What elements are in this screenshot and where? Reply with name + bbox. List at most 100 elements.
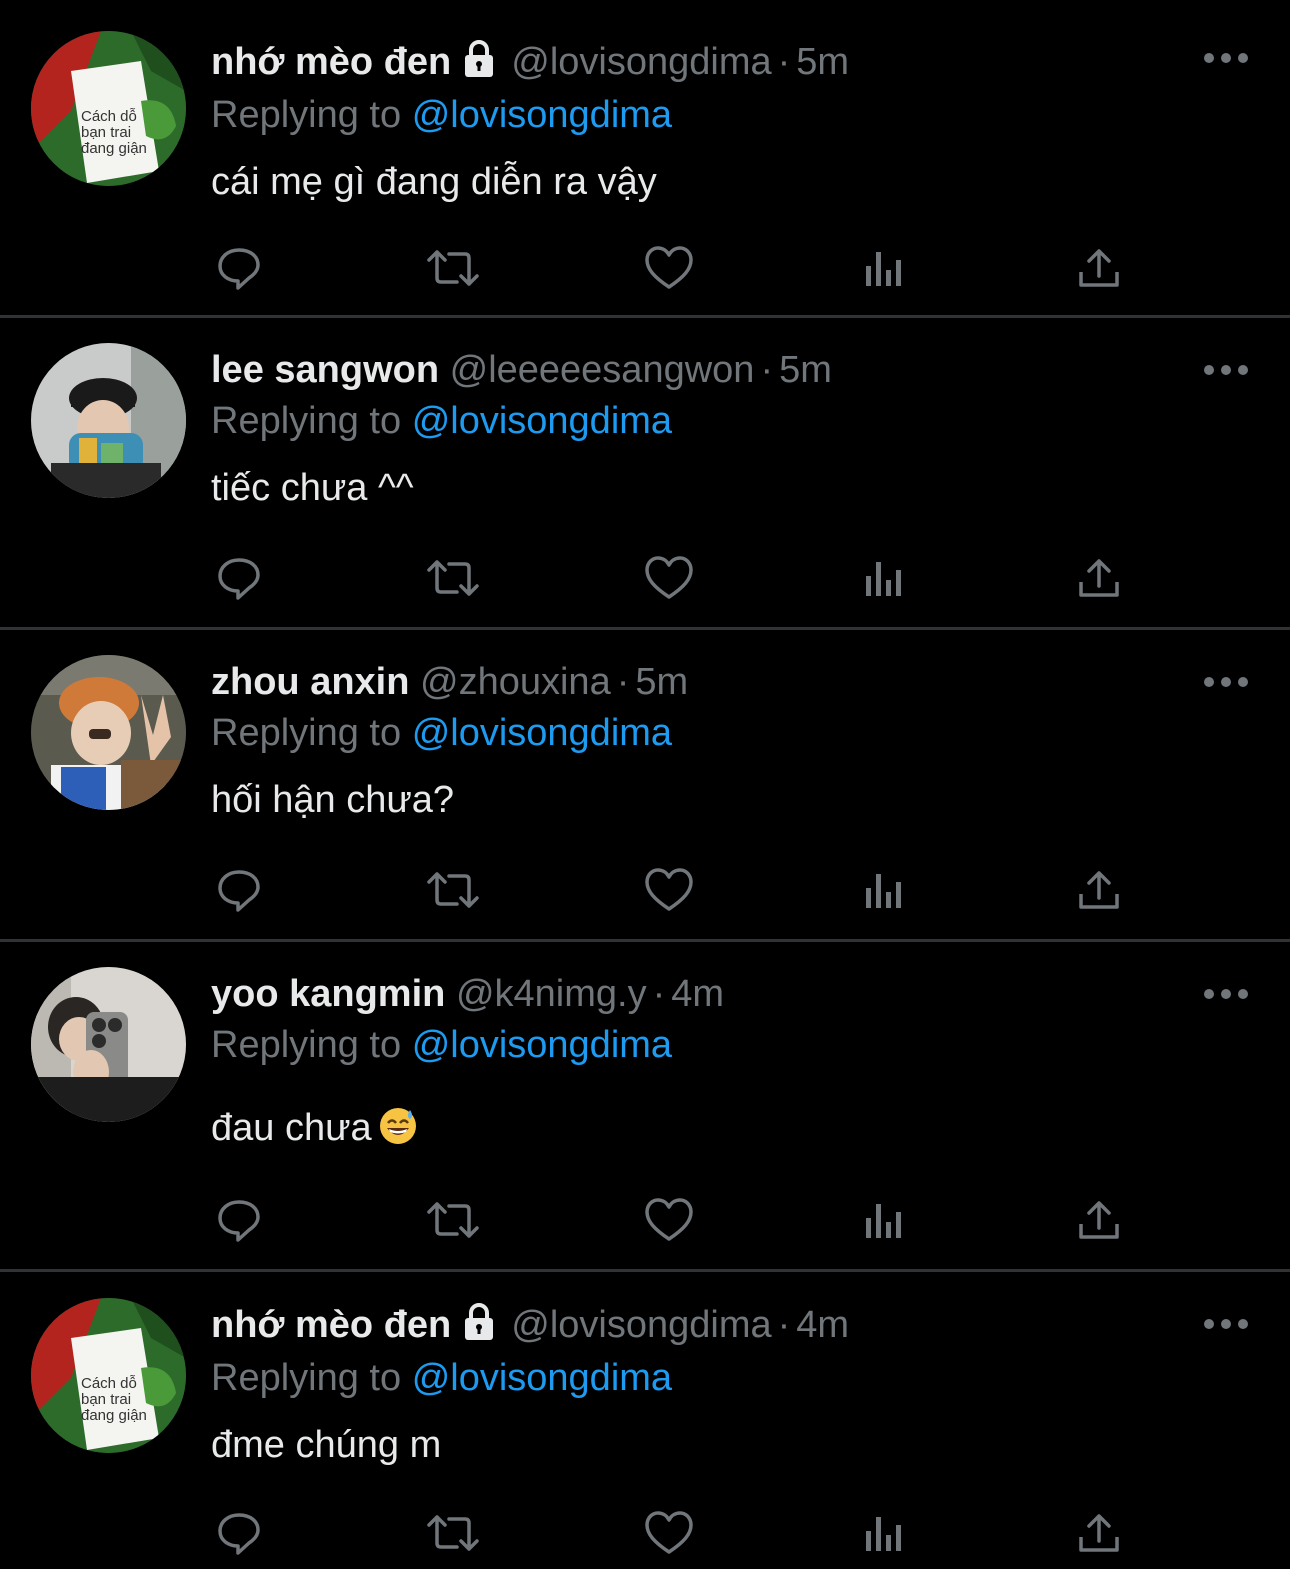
- views-icon: [866, 252, 901, 286]
- handle[interactable]: @k4nimg.y: [456, 973, 647, 1015]
- replying-prefix: Replying to: [211, 1357, 402, 1399]
- handle[interactable]: @zhouxina: [420, 661, 611, 703]
- avatar-book-text-2: bạn trai: [81, 124, 131, 141]
- tweet-text: tiếc chưa ^^: [211, 467, 414, 509]
- reply-button[interactable]: [211, 553, 267, 603]
- timestamp[interactable]: 4m: [796, 1304, 849, 1346]
- reply-icon: [218, 248, 260, 290]
- tweet-header: zhou anxin @zhouxina · 5m: [211, 657, 1230, 707]
- retweet-button[interactable]: [425, 1195, 481, 1245]
- like-button[interactable]: [641, 1508, 697, 1558]
- replying-to-link[interactable]: @lovisongdima: [412, 1024, 672, 1066]
- replying-to-link[interactable]: @lovisongdima: [412, 1357, 672, 1399]
- avatar[interactable]: [31, 343, 186, 498]
- share-icon: [1079, 1201, 1119, 1239]
- retweet-button[interactable]: [425, 865, 481, 915]
- tweet[interactable]: Cách dỗ bạn trai đang giận nhớ mèo đen @l…: [0, 0, 1290, 318]
- replying-to-link[interactable]: @lovisongdima: [412, 400, 672, 442]
- avatar[interactable]: [31, 967, 186, 1122]
- display-name[interactable]: lee sangwon: [211, 349, 439, 391]
- replying-to: Replying to @lovisongdima: [211, 1354, 1230, 1402]
- tweet[interactable]: Cách dỗ bạn trai đang giận nhớ mèo đen @l…: [0, 1272, 1290, 1569]
- tweet-text: hối hận chưa?: [211, 779, 455, 821]
- like-icon: [645, 868, 693, 911]
- tweet-actions: [211, 553, 1131, 603]
- replying-to-link[interactable]: @lovisongdima: [412, 94, 672, 136]
- handle[interactable]: @lovisongdima: [511, 41, 771, 83]
- share-icon: [1079, 871, 1119, 909]
- timestamp[interactable]: 5m: [796, 41, 849, 83]
- reply-feed: Cách dỗ bạn trai đang giận nhớ mèo đen @l…: [0, 0, 1290, 1569]
- more-options-icon[interactable]: [1202, 987, 1250, 1001]
- views-button[interactable]: [856, 1508, 912, 1558]
- tweet-text-line: đau chưa: [211, 1103, 1230, 1159]
- replying-to: Replying to @lovisongdima: [211, 91, 1230, 139]
- display-name[interactable]: yoo kangmin: [211, 973, 445, 1015]
- reply-icon: [218, 558, 260, 600]
- handle[interactable]: @leeeeesangwon: [450, 349, 755, 391]
- retweet-icon: [427, 1515, 479, 1551]
- avatar-book-text-2: bạn trai: [81, 1391, 131, 1408]
- share-icon: [1079, 249, 1119, 287]
- more-options-icon[interactable]: [1202, 675, 1250, 689]
- share-button[interactable]: [1071, 1195, 1127, 1245]
- retweet-icon: [427, 872, 479, 908]
- share-button[interactable]: [1071, 865, 1127, 915]
- retweet-icon: [427, 560, 479, 596]
- separator: ·: [777, 1304, 791, 1346]
- retweet-button[interactable]: [425, 553, 481, 603]
- tweet-header: yoo kangmin @k4nimg.y · 4m: [211, 969, 1230, 1019]
- avatar[interactable]: Cách dỗ bạn trai đang giận: [31, 31, 186, 186]
- display-name[interactable]: nhớ mèo đen: [211, 1304, 451, 1346]
- display-name[interactable]: zhou anxin: [211, 661, 409, 703]
- like-button[interactable]: [641, 243, 697, 293]
- views-button[interactable]: [856, 243, 912, 293]
- views-button[interactable]: [856, 865, 912, 915]
- reply-button[interactable]: [211, 865, 267, 915]
- more-options-icon[interactable]: [1202, 363, 1250, 377]
- avatar[interactable]: Cách dỗ bạn trai đang giận: [31, 1298, 186, 1453]
- retweet-icon: [427, 1202, 479, 1238]
- replying-prefix: Replying to: [211, 94, 402, 136]
- reply-icon: [218, 1200, 260, 1242]
- separator: ·: [652, 973, 666, 1015]
- like-button[interactable]: [641, 553, 697, 603]
- display-name[interactable]: nhớ mèo đen: [211, 41, 451, 83]
- views-button[interactable]: [856, 1195, 912, 1245]
- retweet-button[interactable]: [425, 1508, 481, 1558]
- views-button[interactable]: [856, 553, 912, 603]
- avatar-book-text-1: Cách dỗ: [81, 108, 137, 125]
- reply-icon: [218, 870, 260, 912]
- timestamp[interactable]: 4m: [671, 973, 724, 1015]
- handle[interactable]: @lovisongdima: [511, 1304, 771, 1346]
- grinning-sweat-emoji-icon: [378, 1106, 418, 1159]
- like-button[interactable]: [641, 865, 697, 915]
- reply-button[interactable]: [211, 1195, 267, 1245]
- share-button[interactable]: [1071, 553, 1127, 603]
- tweet[interactable]: yoo kangmin @k4nimg.y · 4m Replying to @lo…: [0, 942, 1290, 1272]
- replying-to: Replying to @lovisongdima: [211, 397, 1230, 445]
- tweet[interactable]: zhou anxin @zhouxina · 5m Replying to @lov…: [0, 630, 1290, 942]
- separator: ·: [760, 349, 774, 391]
- replying-to: Replying to @lovisongdima: [211, 709, 1230, 757]
- avatar[interactable]: [31, 655, 186, 810]
- like-icon: [645, 556, 693, 599]
- more-options-icon[interactable]: [1202, 1317, 1250, 1331]
- like-icon: [645, 246, 693, 289]
- tweet-header: lee sangwon @leeeeesangwon · 5m: [211, 345, 1230, 395]
- replying-prefix: Replying to: [211, 712, 402, 754]
- reply-button[interactable]: [211, 243, 267, 293]
- share-icon: [1079, 1514, 1119, 1552]
- replying-to-link[interactable]: @lovisongdima: [412, 712, 672, 754]
- like-button[interactable]: [641, 1195, 697, 1245]
- retweet-button[interactable]: [425, 243, 481, 293]
- more-options-icon[interactable]: [1202, 51, 1250, 65]
- reply-button[interactable]: [211, 1508, 267, 1558]
- share-button[interactable]: [1071, 243, 1127, 293]
- timestamp[interactable]: 5m: [635, 661, 688, 703]
- tweet[interactable]: lee sangwon @leeeeesangwon · 5m Replying t…: [0, 318, 1290, 630]
- separator: ·: [616, 661, 630, 703]
- share-button[interactable]: [1071, 1508, 1127, 1558]
- tweet-actions: [211, 865, 1131, 915]
- timestamp[interactable]: 5m: [779, 349, 832, 391]
